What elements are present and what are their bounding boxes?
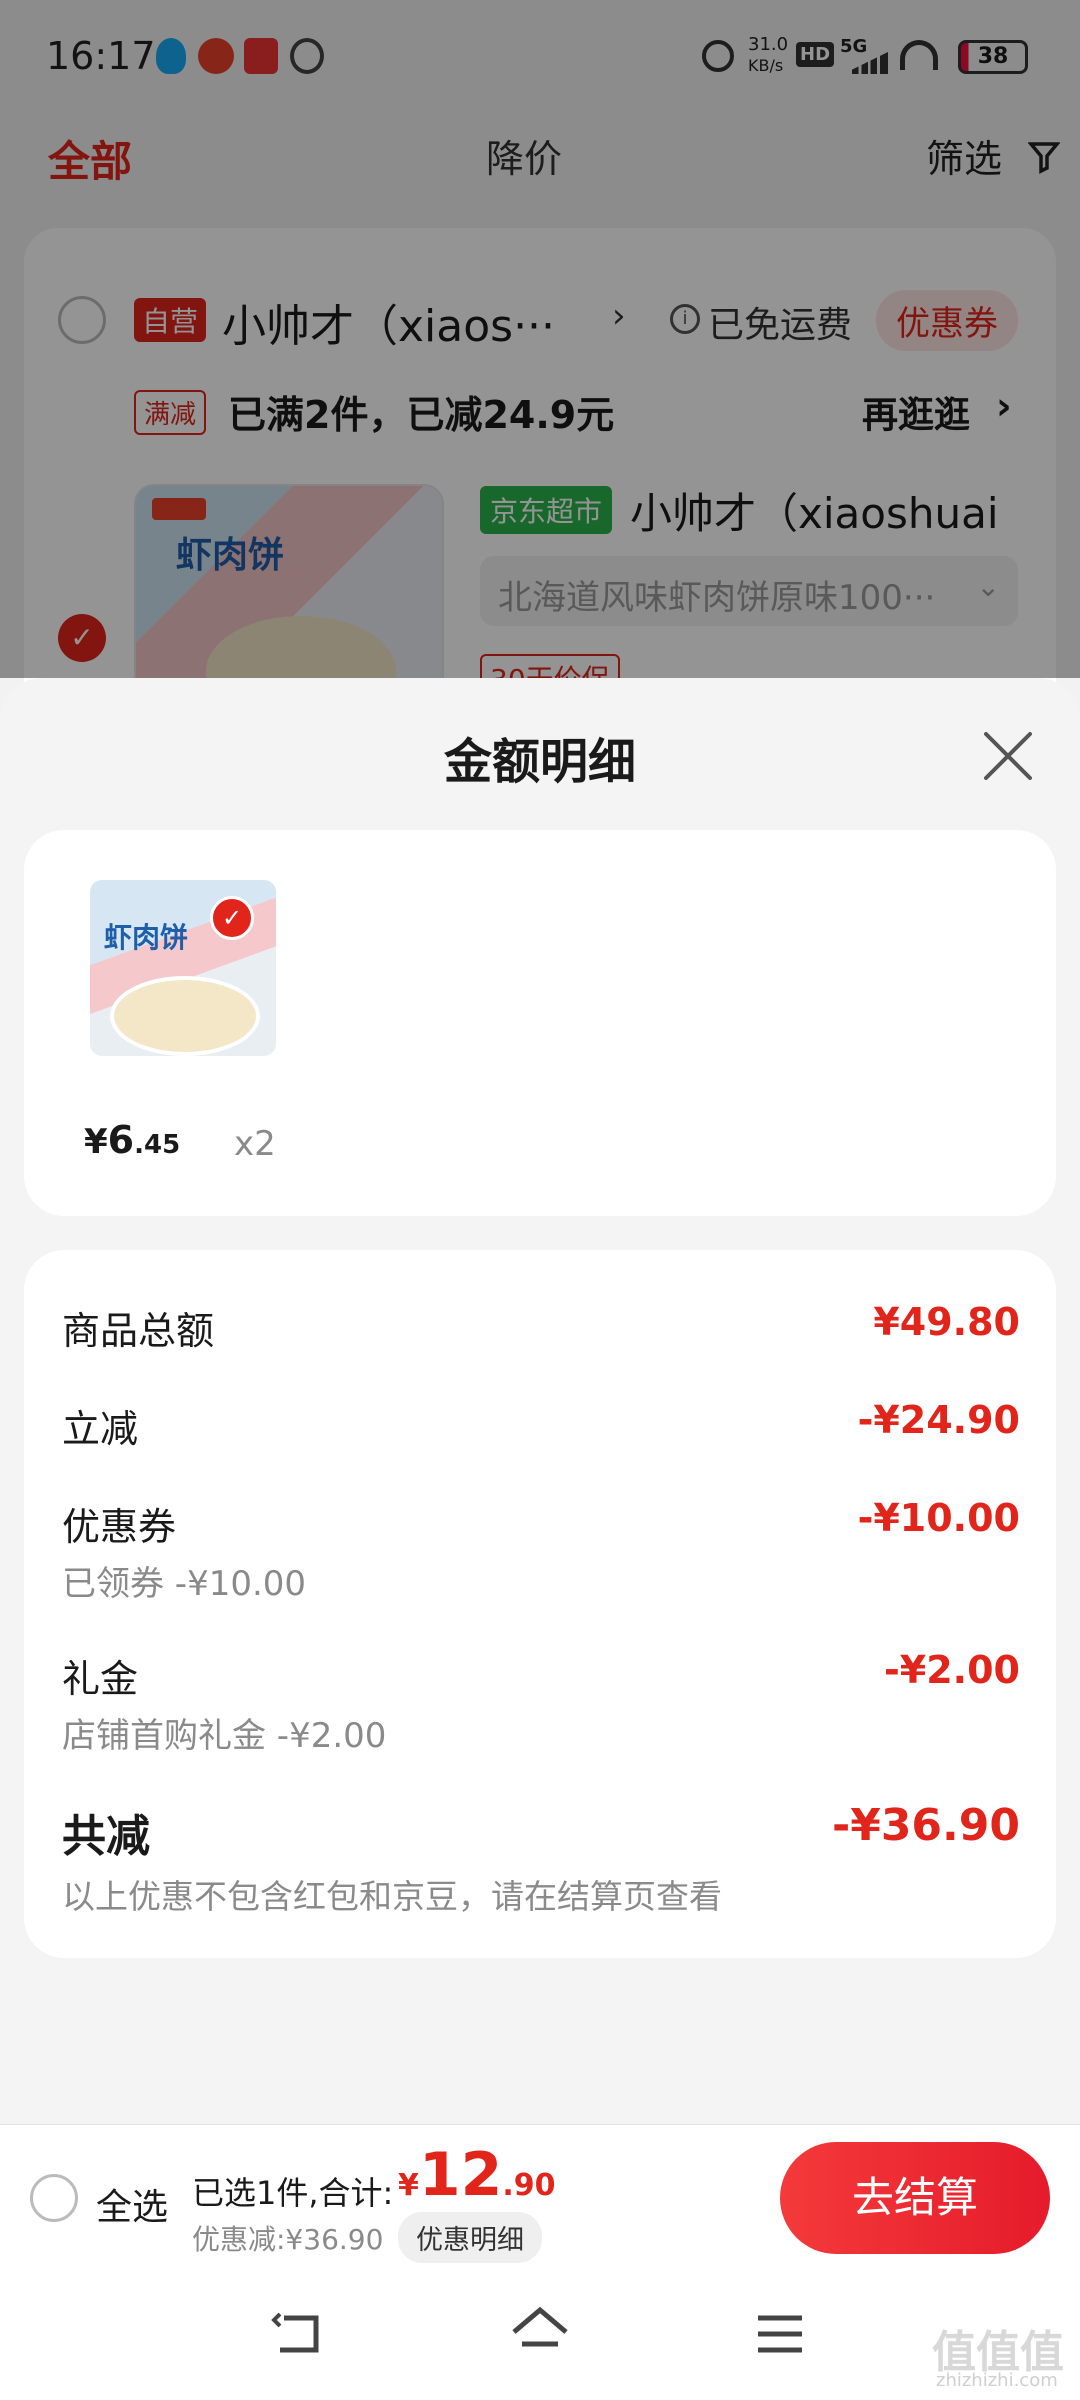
select-all-label[interactable]: 全选 [96,2178,168,2230]
row-gift-value: -¥2.00 [884,1648,1020,1692]
close-icon[interactable] [980,728,1036,784]
row-gift-sub: 店铺首购礼金 -¥2.00 [62,1716,387,1756]
item-price-dec: .45 [134,1130,181,1160]
cart-total-dec: .90 [502,2168,556,2203]
selected-summary: 已选1件,合计: [192,2174,394,2212]
select-all-checkbox[interactable] [30,2174,78,2222]
item-price-int: 6 [107,1118,135,1162]
cart-total: ¥12.90 [398,2140,556,2210]
row-coupon-sub: 已领券 -¥10.00 [62,1564,307,1604]
watermark-domain: zhizhizhi.com [936,2370,1058,2391]
row-coupon-label: 优惠券 [62,1505,177,1549]
total-discount-note: 以上优惠不包含红包和京豆，请在结算页查看 [62,1877,722,1916]
item-price-symbol: ¥ [84,1122,108,1162]
row-instant-discount-label: 立减 [62,1407,139,1451]
checkout-button[interactable]: 去结算 [780,2142,1050,2254]
cart-total-int: 12 [418,2140,503,2210]
item-price: ¥6.45 [84,1118,180,1162]
cart-total-symbol: ¥ [398,2168,419,2203]
row-coupon-value: -¥10.00 [857,1496,1020,1540]
discount-summary: 优惠减:¥36.90 [192,2223,384,2256]
row-goods-total-value: ¥49.80 [873,1300,1020,1344]
discount-detail-button[interactable]: 优惠明细 [398,2212,542,2263]
total-discount-value: -¥36.90 [831,1800,1020,1851]
home-nav-icon[interactable] [508,2304,572,2360]
item-checked-icon-2[interactable]: ✓ [210,896,254,940]
item-quantity: x2 [234,1124,276,1164]
menu-nav-icon[interactable] [756,2310,804,2358]
item-cracker-shape [110,976,260,1056]
sheet-title: 金额明细 [443,734,636,790]
total-discount-label: 共减 [62,1811,150,1862]
row-gift-label: 礼金 [62,1657,139,1701]
back-nav-icon[interactable] [270,2310,326,2358]
item-image-label: 虾肉饼 [104,921,189,954]
row-goods-total-label: 商品总额 [62,1309,215,1353]
row-instant-discount-value: -¥24.90 [857,1398,1020,1442]
modal-overlay[interactable] [0,0,1080,678]
